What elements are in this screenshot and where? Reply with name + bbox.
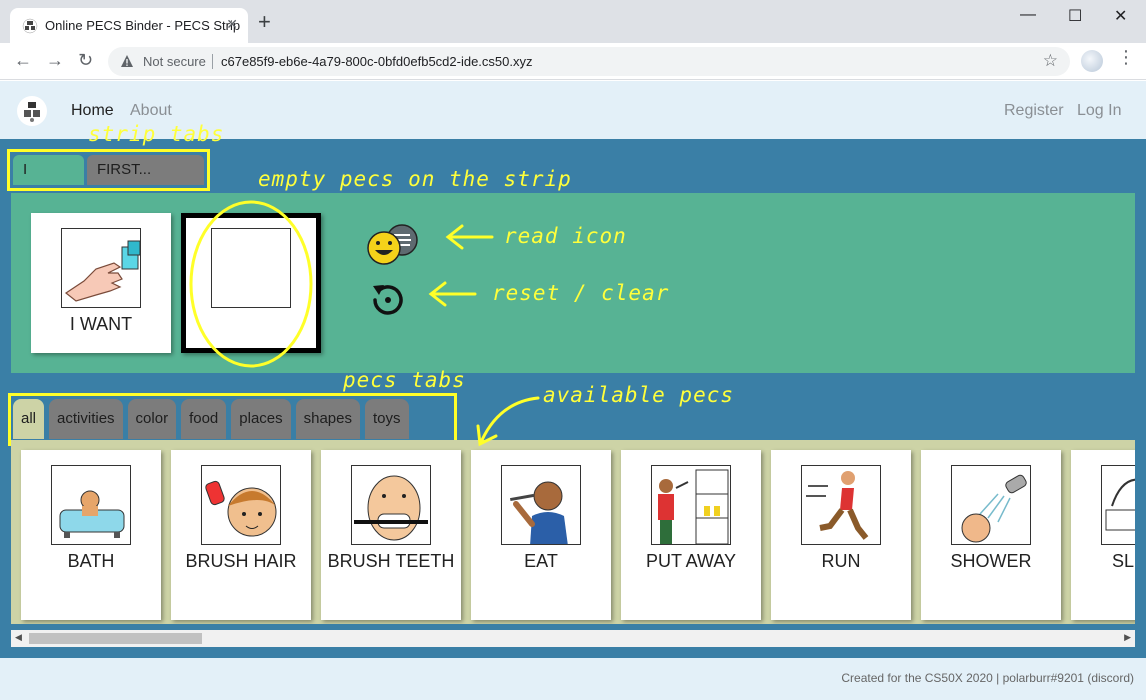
- pec-label: BATH: [67, 551, 115, 571]
- pec-label: PUT AWAY: [645, 551, 737, 571]
- pec-card-put-away[interactable]: PUT AWAY: [621, 450, 761, 620]
- scrollbar-thumb[interactable]: [29, 633, 202, 644]
- scroll-right-arrow-icon[interactable]: ▶: [1124, 632, 1131, 643]
- pec-label: SLEEP: [1111, 551, 1135, 571]
- strip-pec-label: I WANT: [69, 314, 133, 334]
- browser-toolbar: ← → ↻ Not secure c67e85f9-eb6e-4a79-800c…: [0, 43, 1146, 80]
- back-button[interactable]: ←: [14, 50, 32, 71]
- pec-label: SHOWER: [950, 551, 1032, 571]
- sleep-icon: [1101, 465, 1135, 545]
- annotation-pecs-tabs: pecs tabs: [343, 368, 466, 392]
- forward-button[interactable]: →: [46, 50, 64, 71]
- pec-card-sleep[interactable]: SLEEP: [1071, 450, 1135, 620]
- empty-pec-image: [211, 228, 291, 308]
- pec-card-run[interactable]: RUN: [771, 450, 911, 620]
- pec-label: RUN: [821, 551, 861, 571]
- nav-home-link[interactable]: Home: [71, 102, 114, 120]
- available-pecs-panel: BATH BRUSH HAIR BRUSH TEETH EAT PUT AWAY…: [11, 440, 1135, 624]
- tab-activities[interactable]: activities: [49, 399, 123, 439]
- tab-places[interactable]: places: [231, 399, 291, 439]
- footer-credit: Created for the CS50X 2020 | polarburr#9…: [841, 671, 1134, 685]
- strip-tab-i-want[interactable]: I WANT: [13, 155, 84, 208]
- brush-teeth-icon: [351, 465, 431, 545]
- maximize-button[interactable]: ☐: [1068, 6, 1082, 26]
- minimize-button[interactable]: —: [1020, 6, 1036, 24]
- tab-toys[interactable]: toys: [365, 399, 409, 439]
- pec-card-eat[interactable]: EAT: [471, 450, 611, 620]
- scroll-left-arrow-icon[interactable]: ◀: [15, 632, 22, 643]
- put-away-icon: [651, 465, 731, 545]
- empty-strip-slot[interactable]: [181, 213, 321, 353]
- pec-card-bath[interactable]: BATH: [21, 450, 161, 620]
- strip-tab-first-then[interactable]: FIRST... THEN: [86, 155, 204, 208]
- bookmark-star-icon[interactable]: ☆: [1043, 51, 1058, 71]
- url-text[interactable]: c67e85f9-eb6e-4a79-800c-0bfd0efb5cd2-ide…: [221, 54, 533, 69]
- tab-color[interactable]: color: [127, 399, 177, 439]
- pec-label: BRUSH HAIR: [185, 551, 297, 571]
- tab-all[interactable]: all: [13, 399, 45, 439]
- tab-food[interactable]: food: [181, 399, 227, 439]
- pecs-favicon-icon: [22, 18, 38, 34]
- annotation-available-pecs: available pecs: [543, 383, 735, 407]
- pec-label: BRUSH TEETH: [327, 551, 455, 571]
- pec-card-shower[interactable]: SHOWER: [921, 450, 1061, 620]
- shower-icon: [951, 465, 1031, 545]
- site-logo-icon[interactable]: [17, 96, 47, 126]
- annotation-strip-tabs: strip tabs: [88, 122, 225, 146]
- page-footer: Created for the CS50X 2020 | polarburr#9…: [0, 658, 1146, 700]
- pec-card-brush-teeth[interactable]: BRUSH TEETH: [321, 450, 461, 620]
- nav-about-link[interactable]: About: [130, 102, 172, 120]
- annotation-reset: reset / clear: [492, 281, 670, 305]
- strip-tabs: I WANT FIRST... THEN: [7, 149, 210, 208]
- nav-login-link[interactable]: Log In: [1077, 102, 1121, 120]
- horizontal-scrollbar[interactable]: ◀ ▶: [11, 630, 1135, 647]
- brush-hair-icon: [201, 465, 281, 545]
- address-bar[interactable]: Not secure c67e85f9-eb6e-4a79-800c-0bfd0…: [108, 47, 1070, 76]
- reset-icon[interactable]: [367, 280, 409, 320]
- annotation-read-icon: read icon: [504, 224, 627, 248]
- security-label[interactable]: Not secure: [143, 54, 206, 69]
- browser-tab-bar: Online PECS Binder - PECS Strip ✕ + — ☐ …: [0, 0, 1146, 43]
- tab-title: Online PECS Binder - PECS Strip: [45, 18, 241, 33]
- pec-label: EAT: [524, 551, 558, 571]
- eat-icon: [501, 465, 581, 545]
- hand-reaching-cup-icon: [61, 228, 141, 308]
- browser-tab[interactable]: Online PECS Binder - PECS Strip ✕: [10, 8, 248, 43]
- warning-icon: [121, 55, 133, 67]
- profile-avatar[interactable]: [1081, 50, 1103, 72]
- omnibox-divider: [212, 54, 213, 69]
- reload-button[interactable]: ↻: [78, 50, 93, 71]
- run-icon: [801, 465, 881, 545]
- tab-close-icon[interactable]: ✕: [226, 16, 238, 33]
- pec-card-brush-hair[interactable]: BRUSH HAIR: [171, 450, 311, 620]
- close-window-button[interactable]: ✕: [1114, 6, 1127, 26]
- new-tab-button[interactable]: +: [258, 11, 271, 33]
- browser-menu-icon[interactable]: ⋮: [1117, 48, 1135, 66]
- bath-icon: [51, 465, 131, 545]
- nav-register-link[interactable]: Register: [1004, 102, 1064, 120]
- annotation-empty-pecs: empty pecs on the strip: [258, 167, 572, 191]
- strip-pec-card[interactable]: I WANT: [31, 213, 171, 353]
- tab-shapes[interactable]: shapes: [295, 399, 360, 439]
- read-aloud-icon[interactable]: [366, 224, 430, 268]
- pecs-category-tabs: all activities color food places shapes …: [8, 393, 457, 446]
